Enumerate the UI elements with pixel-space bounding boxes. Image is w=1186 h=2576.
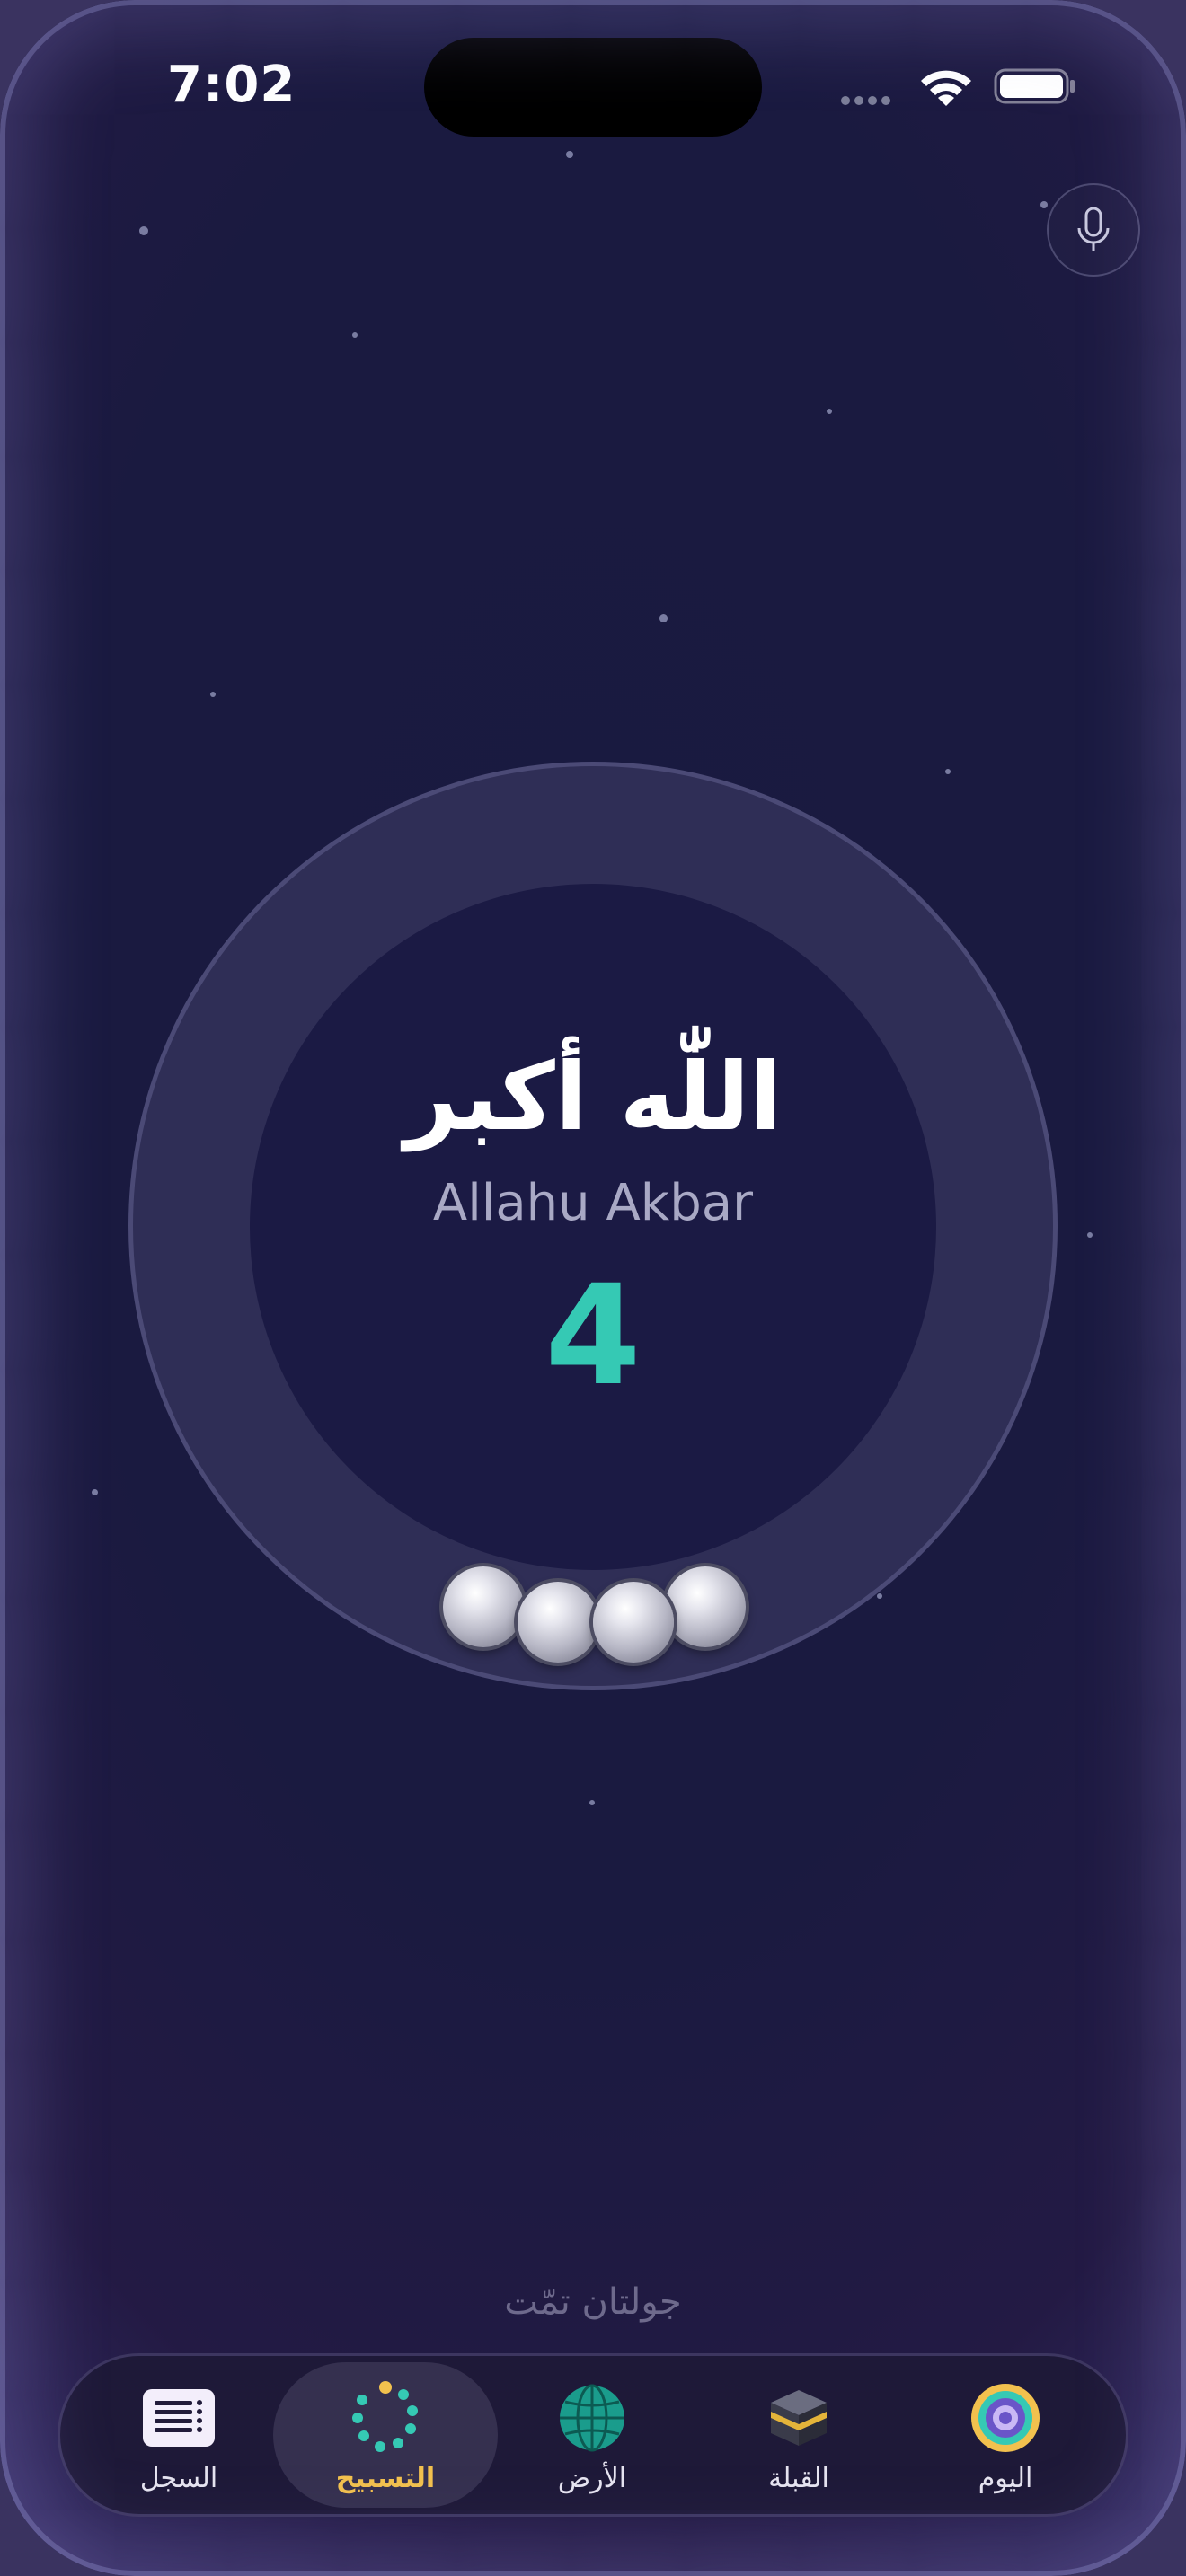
- tab-log[interactable]: السجل: [66, 2362, 291, 2508]
- globe-icon: [560, 2384, 624, 2452]
- star-decoration: [589, 1800, 595, 1805]
- tasbih-bead[interactable]: [593, 1582, 674, 1663]
- star-decoration: [566, 151, 573, 158]
- star-decoration: [945, 769, 951, 774]
- app-screen: 7:02 اللّٰه أكبر Allahu Akbar 4 جولتان ت…: [0, 0, 1186, 2576]
- star-decoration: [877, 1593, 882, 1599]
- star-decoration: [659, 614, 668, 622]
- tab-qibla[interactable]: القبلة: [686, 2362, 911, 2508]
- tasbih-bead[interactable]: [665, 1566, 746, 1647]
- tasbih-beads-icon: [352, 2381, 418, 2452]
- rounds-completed-label: جولتان تمّت: [504, 2281, 682, 2323]
- wifi-icon: [921, 70, 971, 106]
- tab-label: القبلة: [768, 2463, 829, 2494]
- cellular-signal-icon: [841, 92, 895, 109]
- kaaba-icon: [771, 2390, 827, 2446]
- tab-label: التسبيح: [335, 2463, 436, 2494]
- star-decoration: [1040, 201, 1048, 208]
- tab-tasbih[interactable]: التسبيح: [273, 2362, 498, 2508]
- star-decoration: [827, 409, 832, 414]
- microphone-icon: [1077, 207, 1110, 251]
- dhikr-arabic-text: اللّٰه أكبر: [404, 1042, 782, 1151]
- dhikr-transliteration: Allahu Akbar: [432, 1174, 754, 1232]
- voice-input-button[interactable]: [1047, 183, 1140, 277]
- tasbih-bead[interactable]: [518, 1582, 598, 1663]
- star-decoration: [1087, 1232, 1093, 1238]
- log-list-icon: [143, 2389, 215, 2447]
- star-decoration: [210, 692, 216, 697]
- dynamic-island: [424, 38, 762, 137]
- battery-icon: [994, 68, 1075, 104]
- tab-label: اليوم: [978, 2463, 1033, 2494]
- today-target-icon: [971, 2384, 1040, 2452]
- status-time: 7:02: [167, 56, 296, 114]
- star-decoration: [352, 332, 358, 338]
- star-decoration: [139, 226, 148, 235]
- dhikr-counter: 4: [544, 1256, 642, 1416]
- tab-today[interactable]: اليوم: [893, 2362, 1118, 2508]
- tab-label: الأرض: [557, 2463, 627, 2494]
- star-decoration: [92, 1489, 98, 1495]
- tab-label: السجل: [139, 2463, 218, 2494]
- tasbih-bead[interactable]: [443, 1566, 524, 1647]
- tab-earth[interactable]: الأرض: [480, 2362, 704, 2508]
